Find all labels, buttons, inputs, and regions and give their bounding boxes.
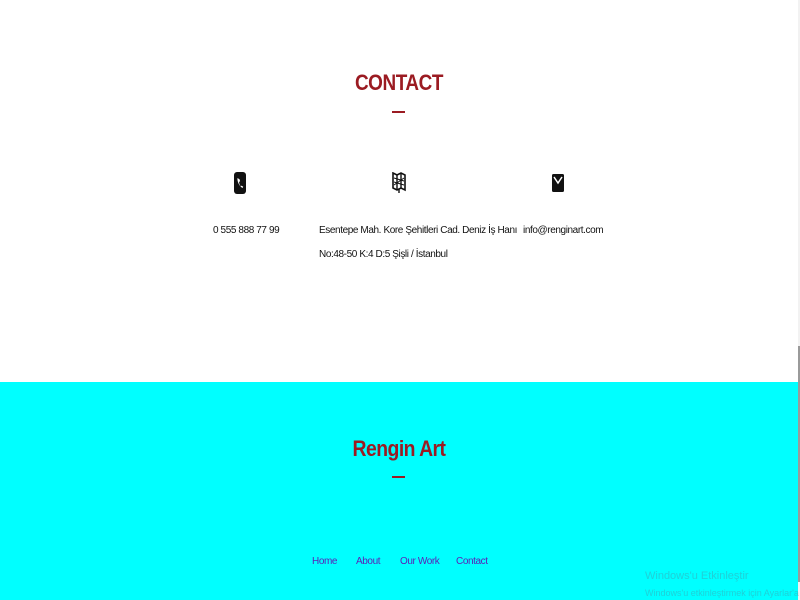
contact-section: CONTACT 0 555 888 77 99 Esentepe Mah. Ko… xyxy=(0,0,798,382)
page: CONTACT 0 555 888 77 99 Esentepe Mah. Ko… xyxy=(0,0,800,600)
activation-watermark-title: Windows'u Etkinleştir xyxy=(645,570,749,582)
nav-link-about[interactable]: About xyxy=(356,556,381,567)
map-icon xyxy=(392,171,406,194)
nav-link-home[interactable]: Home xyxy=(312,556,337,567)
envelope-icon xyxy=(551,172,565,194)
nav-link-contact[interactable]: Contact xyxy=(456,556,488,567)
footer-section: Rengin Art Home About Our Work Contact xyxy=(0,382,798,600)
contact-title: CONTACT xyxy=(354,70,444,95)
email-address[interactable]: info@renginart.com xyxy=(523,225,604,236)
address-line-1: Esentepe Mah. Kore Şehitleri Cad. Deniz … xyxy=(319,225,517,236)
phone-icon xyxy=(233,172,247,194)
nav-link-our-work[interactable]: Our Work xyxy=(400,556,440,567)
title-underline xyxy=(392,111,405,113)
activation-watermark-subtitle: Windows'u etkinleştirmek için Ayarlar'a … xyxy=(645,588,800,598)
brand-underline xyxy=(392,476,405,478)
footer-brand: Rengin Art xyxy=(352,436,446,461)
phone-number[interactable]: 0 555 888 77 99 xyxy=(213,225,280,236)
address-line-2: No:48-50 K:4 D:5 Şişli / İstanbul xyxy=(319,249,448,260)
address-text: Esentepe Mah. Kore Şehitleri Cad. Deniz … xyxy=(319,219,517,267)
